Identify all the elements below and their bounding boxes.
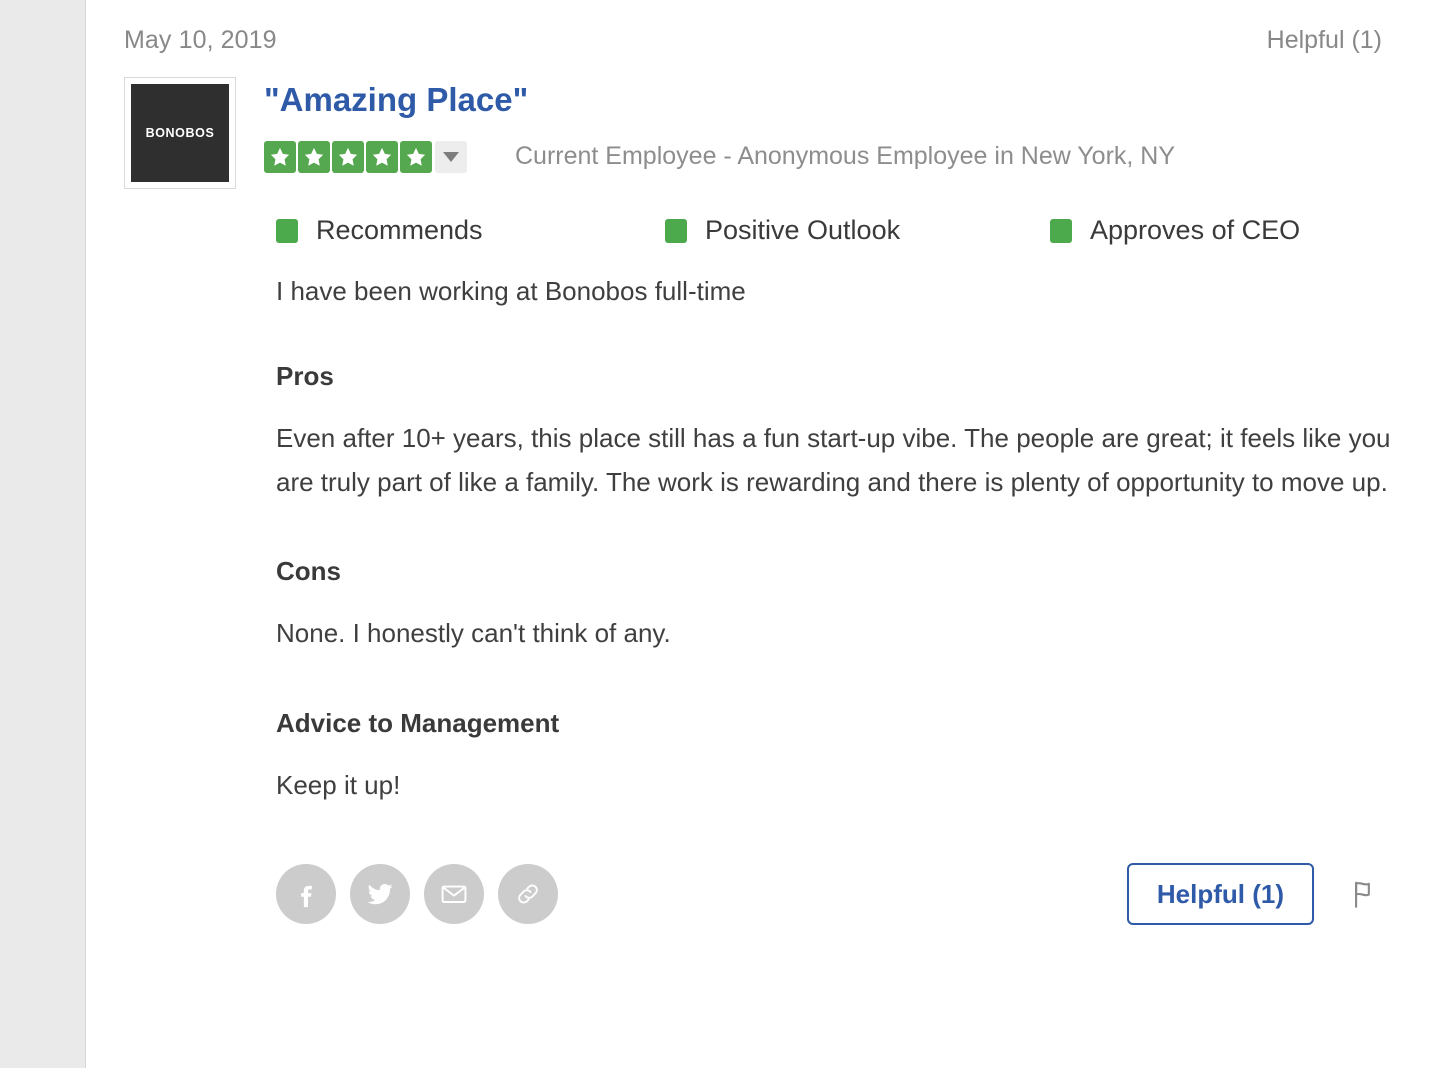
review-title-link[interactable]: "Amazing Place" — [264, 81, 528, 119]
review-intro-line: I have been working at Bonobos full-time — [276, 274, 1392, 309]
section-heading-cons: Cons — [276, 556, 1392, 587]
star-icon-4 — [366, 141, 398, 173]
section-body-advice: Keep it up! — [276, 763, 1392, 807]
star-icon-5 — [400, 141, 432, 173]
chevron-down-glyph — [443, 152, 459, 162]
star-icon-1 — [264, 141, 296, 173]
footer-actions: Helpful (1) — [1127, 863, 1388, 925]
indicator-approves-of-ceo: Approves of CEO — [1050, 215, 1300, 246]
company-logo-tile: BONOBOS — [131, 84, 229, 182]
section-body-cons: None. I honestly can't think of any. — [276, 611, 1392, 655]
indicator-label: Recommends — [316, 215, 483, 246]
left-gutter — [0, 0, 86, 1068]
review-header: BONOBOS "Amazing Place" — [124, 77, 1392, 189]
link-icon[interactable] — [498, 864, 558, 924]
rating-row: Current Employee - Anonymous Employee in… — [264, 141, 1392, 173]
flag-icon[interactable] — [1344, 872, 1388, 916]
employee-status-line: Current Employee - Anonymous Employee in… — [515, 142, 1175, 171]
recommends-swatch-icon — [276, 219, 298, 243]
indicator-recommends: Recommends — [276, 215, 665, 246]
positive-outlook-swatch-icon — [665, 219, 687, 243]
review-body: I have been working at Bonobos full-time… — [276, 274, 1392, 807]
star-icon-2 — [298, 141, 330, 173]
indicator-label: Approves of CEO — [1090, 215, 1300, 246]
section-body-pros: Even after 10+ years, this place still h… — [276, 416, 1392, 504]
review-title-block: "Amazing Place" — [264, 77, 1392, 173]
share-icon-group — [276, 864, 558, 924]
approves-ceo-swatch-icon — [1050, 219, 1072, 243]
review-date: May 10, 2019 — [124, 26, 277, 55]
section-heading-advice: Advice to Management — [276, 708, 1392, 739]
review-meta-row: May 10, 2019 Helpful (1) — [124, 0, 1392, 55]
twitter-icon[interactable] — [350, 864, 410, 924]
review-page: May 10, 2019 Helpful (1) BONOBOS "Amazin… — [0, 0, 1432, 1078]
indicator-positive-outlook: Positive Outlook — [665, 215, 1050, 246]
review-indicators: Recommends Positive Outlook Approves of … — [276, 215, 1392, 246]
star-icon-3 — [332, 141, 364, 173]
company-logo[interactable]: BONOBOS — [124, 77, 236, 189]
chevron-down-icon[interactable] — [435, 141, 467, 173]
facebook-icon[interactable] — [276, 864, 336, 924]
email-icon[interactable] — [424, 864, 484, 924]
company-logo-wordmark: BONOBOS — [146, 126, 215, 140]
star-rating — [264, 141, 432, 173]
indicator-label: Positive Outlook — [705, 215, 900, 246]
helpful-button[interactable]: Helpful (1) — [1127, 863, 1314, 925]
section-heading-pros: Pros — [276, 361, 1392, 392]
review-footer: Helpful (1) — [276, 863, 1392, 925]
review-card: May 10, 2019 Helpful (1) BONOBOS "Amazin… — [86, 0, 1432, 1078]
helpful-count-top: Helpful (1) — [1267, 26, 1382, 55]
